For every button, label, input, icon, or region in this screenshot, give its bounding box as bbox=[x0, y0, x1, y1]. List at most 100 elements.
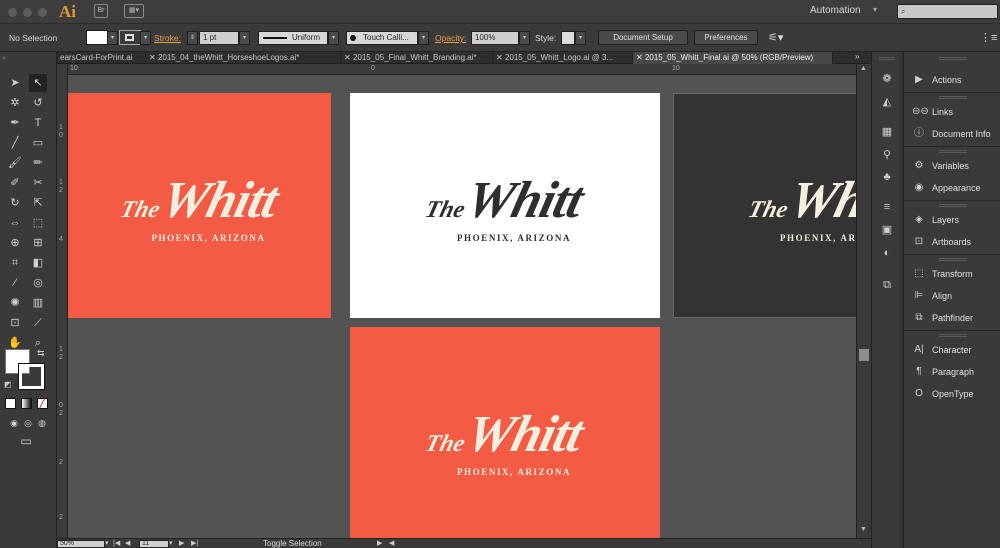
brush-definition[interactable]: Touch Calli... bbox=[346, 31, 418, 45]
document-setup-button[interactable]: Document Setup bbox=[598, 30, 688, 45]
panel-layers[interactable]: ◈ Layers bbox=[904, 210, 1000, 230]
swatches-icon[interactable]: ▦ bbox=[879, 124, 895, 140]
screen-mode-icon[interactable]: ▭ bbox=[17, 432, 35, 450]
blend-tool-icon[interactable]: ◎ bbox=[29, 274, 47, 292]
chevron-down-icon[interactable]: ▾ bbox=[873, 5, 877, 14]
arrange-documents-icon[interactable]: ▦▾ bbox=[124, 4, 144, 18]
horizontal-ruler[interactable]: 10 0 10 bbox=[68, 64, 856, 75]
profile-dropdown[interactable]: ▾ bbox=[328, 31, 339, 45]
scissors-tool-icon[interactable]: ✂ bbox=[29, 174, 47, 192]
search-input[interactable]: ⌕ bbox=[897, 4, 998, 19]
stroke-swatch[interactable] bbox=[119, 30, 141, 45]
panel-links[interactable]: ⊖⊖ Links bbox=[904, 102, 1000, 122]
panel-actions[interactable]: ▶ Actions bbox=[904, 70, 1000, 90]
tab-document-1[interactable]: earsCard-ForPrint.ai bbox=[57, 52, 146, 64]
brush-dropdown[interactable]: ▾ bbox=[418, 31, 429, 45]
panel-transform[interactable]: ⬚ Transform bbox=[904, 264, 1000, 284]
swap-fill-stroke-icon[interactable]: ⇆ bbox=[37, 348, 45, 359]
panel-pathfinder[interactable]: ⧉ Pathfinder bbox=[904, 308, 1000, 328]
eyedropper-tool-icon[interactable]: ⁄ bbox=[6, 274, 24, 292]
artboard-coral-bottom[interactable]: The Whitt PHOENIX, ARIZONA bbox=[350, 327, 660, 538]
minimize-window-button[interactable] bbox=[23, 8, 32, 17]
zoom-dropdown-icon[interactable]: ▾ bbox=[105, 539, 109, 547]
artboard-number-field[interactable]: 11 bbox=[139, 540, 169, 548]
close-icon[interactable]: ✕ bbox=[496, 53, 505, 62]
artboard-white[interactable]: The Whitt PHOENIX, ARIZONA bbox=[350, 93, 660, 318]
tab-document-4[interactable]: ✕ 2015_05_Whitt_Logo.ai @ 3... bbox=[493, 52, 633, 64]
free-transform-tool-icon[interactable]: ⬚ bbox=[29, 214, 47, 232]
column-graph-tool-icon[interactable]: ▥ bbox=[29, 294, 47, 312]
status-text[interactable]: Toggle Selection bbox=[263, 539, 322, 548]
panel-grip[interactable] bbox=[939, 96, 967, 99]
next-artboard-icon[interactable]: ▶ bbox=[179, 539, 184, 547]
tab-document-2[interactable]: ✕ 2015_04_theWhitt_HorseshoeLogos.ai* bbox=[146, 52, 341, 64]
horizontal-scrollbar[interactable]: 50% ▾ |◀ ◀ 11 ▾ ▶ ▶| Toggle Selection ▶ … bbox=[57, 538, 871, 548]
fill-dropdown[interactable]: ▾ bbox=[107, 31, 118, 45]
previous-artboard-icon[interactable]: ◀ bbox=[125, 539, 130, 547]
stroke-weight-stepper[interactable]: ⇕ bbox=[187, 31, 198, 45]
panel-grip[interactable] bbox=[939, 258, 967, 261]
pen-tool-icon[interactable]: ✒ bbox=[6, 114, 24, 132]
style-dropdown[interactable]: ▾ bbox=[575, 31, 586, 45]
panel-grip[interactable] bbox=[939, 334, 967, 337]
document-canvas[interactable]: The Whitt PHOENIX, ARIZONA The Whitt PHO… bbox=[68, 75, 856, 538]
scroll-down-icon[interactable]: ▼ bbox=[860, 526, 867, 533]
direct-selection-tool-icon[interactable]: ↖ bbox=[29, 74, 47, 92]
color-panel-icon[interactable]: ◭ bbox=[879, 94, 895, 110]
lasso-tool-icon[interactable]: ↺ bbox=[29, 94, 47, 112]
artboard-tool-icon[interactable]: ⊡ bbox=[6, 314, 24, 332]
artboard-coral-top[interactable]: The Whitt PHOENIX, ARIZONA bbox=[68, 93, 331, 318]
magic-wand-tool-icon[interactable]: ✲ bbox=[6, 94, 24, 112]
artboard-dropdown-icon[interactable]: ▾ bbox=[169, 539, 173, 547]
transparency-icon[interactable]: ◐ bbox=[879, 245, 895, 261]
stroke-swatch-dropdown[interactable]: ▾ bbox=[140, 31, 151, 45]
strip-grip[interactable] bbox=[879, 57, 895, 60]
width-tool-icon[interactable]: ⇔ bbox=[6, 214, 24, 232]
shape-builder-tool-icon[interactable]: ⊕ bbox=[6, 234, 24, 252]
symbols-icon[interactable]: ♣ bbox=[879, 169, 895, 185]
panel-document-info[interactable]: ⓘ Document Info bbox=[904, 124, 1000, 144]
preferences-button[interactable]: Preferences bbox=[694, 30, 758, 45]
panel-paragraph[interactable]: ¶ Paragraph bbox=[904, 362, 1000, 382]
none-mode-icon[interactable]: ╱ bbox=[37, 398, 48, 409]
stroke-panel-icon[interactable]: ≡ bbox=[879, 199, 895, 215]
scroll-left-icon[interactable]: ◀ bbox=[389, 539, 394, 547]
first-artboard-icon[interactable]: |◀ bbox=[113, 539, 120, 547]
opacity-dropdown[interactable]: ▾ bbox=[519, 31, 530, 45]
rotate-tool-icon[interactable]: ↻ bbox=[6, 194, 24, 212]
vertical-scrollbar[interactable]: ▲ ▼ bbox=[856, 64, 871, 538]
opacity-field[interactable]: 100% bbox=[471, 31, 519, 45]
panel-grip[interactable] bbox=[939, 204, 967, 207]
default-fill-stroke-icon[interactable]: ◩ bbox=[4, 380, 12, 389]
vertical-scroll-thumb[interactable] bbox=[859, 349, 869, 361]
last-artboard-icon[interactable]: ▶| bbox=[191, 539, 198, 547]
collapse-panel-icon[interactable]: » bbox=[2, 55, 6, 62]
close-icon[interactable]: ✕ bbox=[149, 53, 158, 62]
pencil-tool-icon[interactable]: ✏ bbox=[29, 154, 47, 172]
export-icon[interactable]: ⧉ bbox=[879, 277, 895, 293]
more-tabs-icon[interactable]: » bbox=[855, 52, 859, 61]
zoom-level-field[interactable]: 50% bbox=[57, 540, 105, 548]
panel-variables[interactable]: ⚙ Variables bbox=[904, 156, 1000, 176]
stroke-weight-dropdown[interactable]: ▾ bbox=[239, 31, 250, 45]
tab-document-3[interactable]: ✕ 2015_05_Final_Whitt_Branding.ai* bbox=[341, 52, 493, 64]
gradient-mode-icon[interactable] bbox=[21, 398, 32, 409]
opacity-panel-link[interactable]: Opacity: bbox=[435, 24, 466, 52]
close-icon[interactable]: ✕ bbox=[636, 53, 645, 62]
status-menu-icon[interactable]: ▶ bbox=[377, 539, 382, 547]
zoom-window-button[interactable] bbox=[38, 8, 47, 17]
draw-inside-icon[interactable]: ◍ bbox=[33, 414, 51, 432]
mesh-tool-icon[interactable]: ⌗ bbox=[6, 254, 24, 272]
panel-grip[interactable] bbox=[939, 150, 967, 153]
color-mode-icon[interactable] bbox=[5, 398, 16, 409]
gradient-tool-icon[interactable]: ◧ bbox=[29, 254, 47, 272]
close-window-button[interactable] bbox=[8, 8, 17, 17]
selection-tool-icon[interactable]: ➤ bbox=[6, 74, 24, 92]
perspective-grid-tool-icon[interactable]: ⊞ bbox=[29, 234, 47, 252]
graphic-style-swatch[interactable] bbox=[561, 31, 575, 45]
scroll-up-icon[interactable]: ▲ bbox=[860, 65, 867, 72]
panel-appearance[interactable]: ◉ Appearance bbox=[904, 178, 1000, 198]
panel-align[interactable]: ⊫ Align bbox=[904, 286, 1000, 306]
brushes-icon[interactable]: ⚲ bbox=[879, 147, 895, 163]
paintbrush-tool-icon[interactable]: 🖌 bbox=[6, 154, 24, 172]
